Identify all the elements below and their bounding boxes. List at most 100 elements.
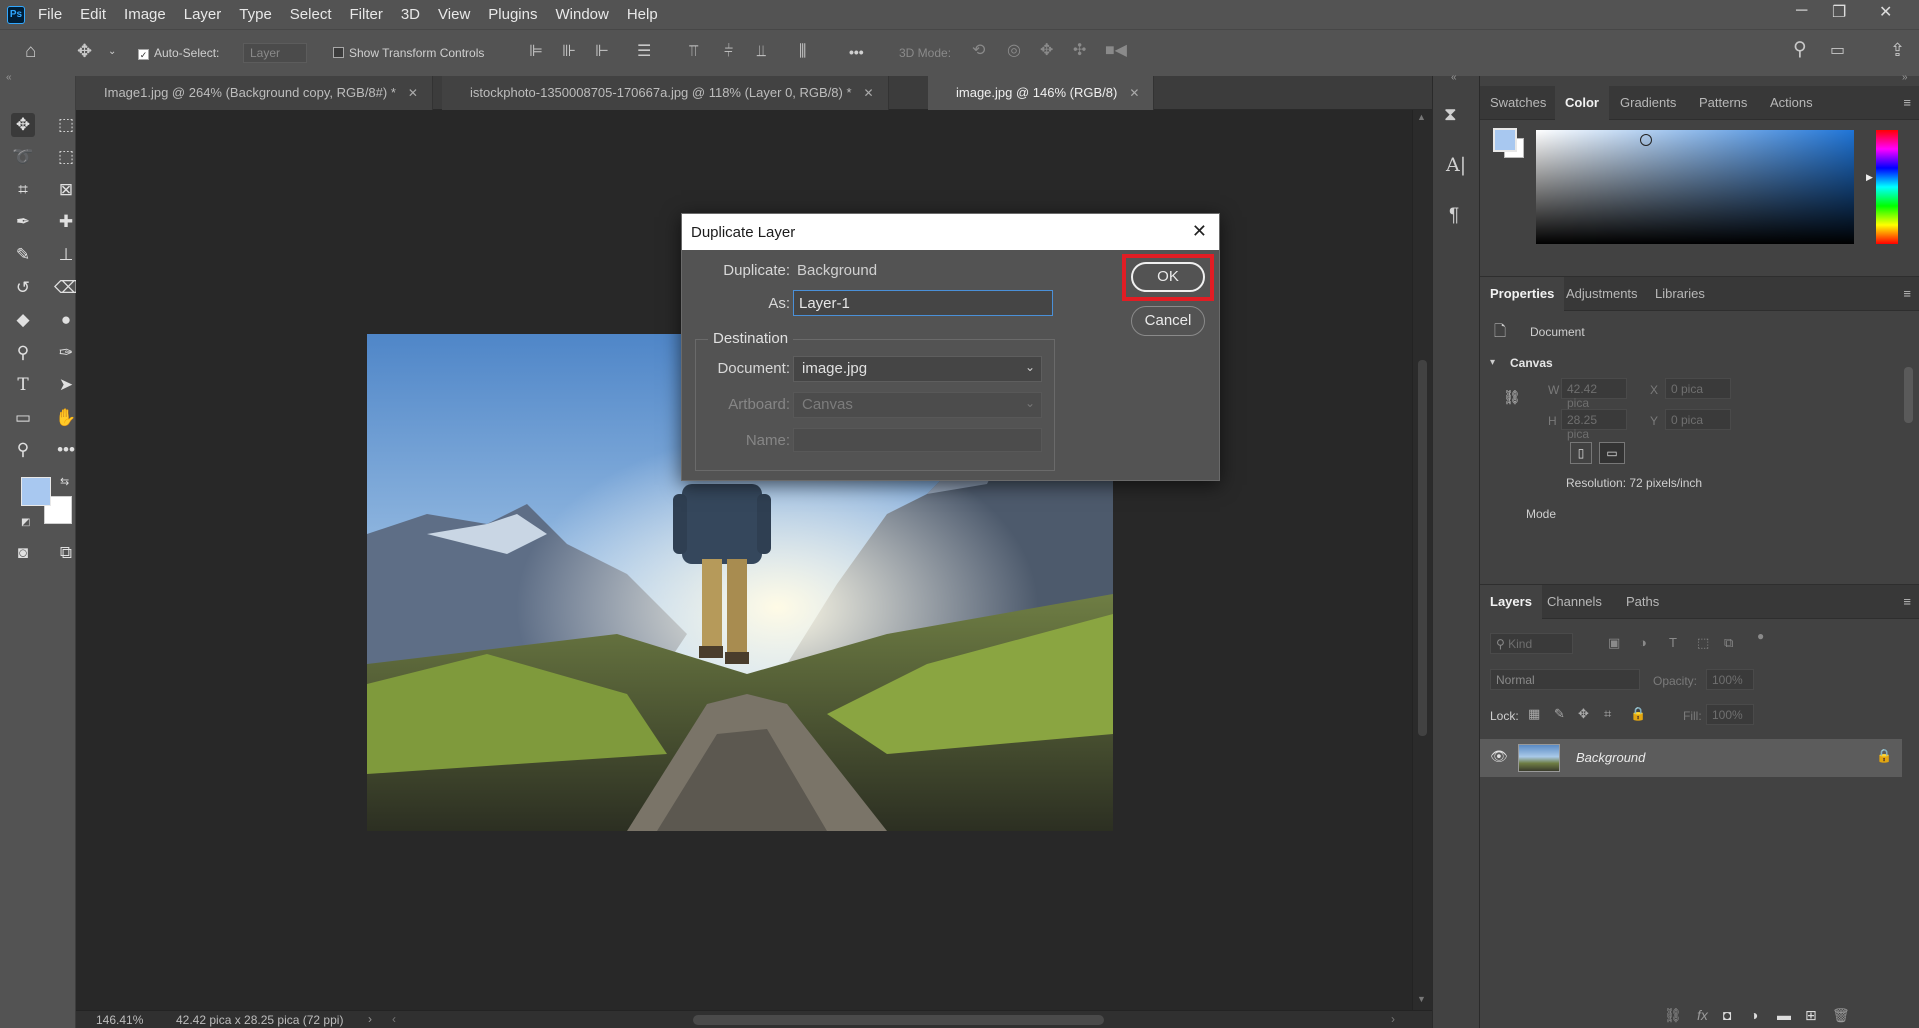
- expand-icon[interactable]: «: [1451, 72, 1457, 83]
- new-layer-icon[interactable]: ⊞: [1805, 1007, 1817, 1024]
- tab-adjustments[interactable]: Adjustments: [1556, 277, 1648, 311]
- align-center-icon[interactable]: ⊪: [562, 44, 576, 60]
- object-select-tool-icon[interactable]: ⬚: [54, 145, 78, 169]
- panel-menu-icon[interactable]: ≡: [1903, 594, 1911, 609]
- layer-lock-icon[interactable]: 🔒: [1876, 748, 1892, 764]
- align-left-icon[interactable]: ⊫: [529, 44, 543, 60]
- vertical-scrollbar[interactable]: ▲ ▼: [1412, 110, 1432, 1010]
- workspace-icon[interactable]: ▭: [1830, 43, 1845, 59]
- hue-marker-icon[interactable]: ▶: [1866, 172, 1873, 183]
- tab-layers[interactable]: Layers: [1480, 585, 1542, 619]
- link-layers-icon[interactable]: ⛓: [1664, 1007, 1682, 1024]
- crop-tool-icon[interactable]: ⌗: [11, 178, 35, 202]
- adjustment-layer-icon[interactable]: ◑: [1750, 1007, 1758, 1023]
- filter-smart-icon[interactable]: ⧉: [1724, 635, 1733, 651]
- brush-tool-icon[interactable]: ✎: [11, 243, 35, 267]
- collapse-panels-icon[interactable]: »: [1902, 72, 1908, 83]
- blur-tool-icon[interactable]: ●: [54, 308, 78, 332]
- lock-transparent-icon[interactable]: ▦: [1528, 706, 1540, 722]
- auto-select-target-dropdown[interactable]: Layer: [243, 43, 307, 63]
- move-tool-icon[interactable]: ✥: [11, 113, 35, 137]
- distribute-vertical-icon[interactable]: ⫼: [799, 44, 806, 60]
- height-field[interactable]: 28.25 pica: [1561, 409, 1627, 441]
- scroll-down-icon[interactable]: ▼: [1417, 994, 1426, 1004]
- lock-pixels-icon[interactable]: ✎: [1554, 706, 1565, 722]
- color-fg-swatch[interactable]: [1493, 128, 1517, 152]
- tab-image[interactable]: image.jpg @ 146% (RGB/8) ✕: [928, 76, 1155, 110]
- history-panel-icon[interactable]: ⧗: [1444, 104, 1457, 125]
- close-tab-icon[interactable]: ✕: [864, 86, 874, 100]
- menu-file[interactable]: File: [38, 6, 62, 23]
- dodge-tool-icon[interactable]: ⚲: [11, 341, 35, 365]
- canvas-section-header[interactable]: Canvas: [1510, 356, 1553, 370]
- paint-bucket-icon[interactable]: ◆: [11, 308, 35, 332]
- add-mask-icon[interactable]: ◘: [1723, 1007, 1731, 1023]
- visibility-eye-icon[interactable]: 👁: [1490, 748, 1508, 765]
- home-icon[interactable]: ⌂: [25, 42, 36, 61]
- default-colors-icon[interactable]: ◩: [21, 517, 30, 528]
- chevron-down-icon[interactable]: ▾: [1490, 357, 1495, 368]
- tab-actions[interactable]: Actions: [1760, 86, 1823, 120]
- opacity-field[interactable]: 100%: [1706, 669, 1754, 690]
- scroll-up-icon[interactable]: ▲: [1417, 112, 1426, 122]
- tab-swatches[interactable]: Swatches: [1480, 86, 1556, 120]
- character-panel-icon[interactable]: A|: [1446, 154, 1466, 176]
- menu-plugins[interactable]: Plugins: [488, 6, 537, 23]
- menu-type[interactable]: Type: [239, 6, 272, 23]
- landscape-icon[interactable]: ▭: [1599, 442, 1625, 464]
- link-dimensions-icon[interactable]: ⛓: [1503, 389, 1521, 406]
- document-select[interactable]: image.jpg ⌄: [793, 356, 1042, 382]
- auto-select-checkbox[interactable]: ✓ Auto-Select:: [138, 46, 219, 60]
- menu-help[interactable]: Help: [627, 6, 658, 23]
- align-top-icon[interactable]: ⫪: [689, 44, 698, 60]
- close-icon[interactable]: ✕: [1192, 221, 1207, 242]
- 3d-slide-icon[interactable]: ✣: [1073, 43, 1086, 59]
- close-window-icon[interactable]: ✕: [1879, 2, 1892, 22]
- panel-menu-icon[interactable]: ≡: [1903, 95, 1911, 110]
- menu-3d[interactable]: 3D: [401, 6, 420, 23]
- filter-type-icon[interactable]: T: [1669, 635, 1677, 650]
- layer-filter-kind[interactable]: ⚲ Kind: [1490, 633, 1573, 654]
- hue-slider[interactable]: [1876, 130, 1898, 244]
- scrollbar-thumb[interactable]: [1418, 360, 1427, 736]
- color-field[interactable]: [1536, 130, 1854, 244]
- tab-libraries[interactable]: Libraries: [1645, 277, 1715, 311]
- eraser-tool-icon[interactable]: ⌫: [54, 276, 78, 300]
- tab-channels[interactable]: Channels: [1537, 585, 1612, 619]
- tab-paths[interactable]: Paths: [1616, 585, 1669, 619]
- menu-image[interactable]: Image: [124, 6, 166, 23]
- 3d-orbit-icon[interactable]: ⟲: [972, 43, 985, 59]
- share-icon[interactable]: ⇪: [1890, 41, 1905, 59]
- fill-field[interactable]: 100%: [1706, 704, 1754, 725]
- portrait-icon[interactable]: ▯: [1570, 442, 1592, 464]
- fx-icon[interactable]: fx: [1697, 1007, 1708, 1023]
- path-select-icon[interactable]: ➤: [54, 373, 78, 397]
- menu-select[interactable]: Select: [290, 6, 332, 23]
- restore-icon[interactable]: ❐: [1832, 2, 1846, 22]
- lasso-tool-icon[interactable]: ➰: [11, 145, 35, 169]
- zoom-tool-icon[interactable]: ⚲: [11, 438, 35, 462]
- tab-istockphoto[interactable]: istockphoto-1350008705-170667a.jpg @ 118…: [442, 76, 889, 110]
- lock-position-icon[interactable]: ✥: [1578, 706, 1589, 722]
- hand-tool-icon[interactable]: ✋: [54, 406, 78, 430]
- tab-patterns[interactable]: Patterns: [1689, 86, 1757, 120]
- menu-filter[interactable]: Filter: [350, 6, 383, 23]
- delete-layer-icon[interactable]: 🗑: [1832, 1007, 1850, 1024]
- menu-edit[interactable]: Edit: [80, 6, 106, 23]
- scroll-right-icon[interactable]: ›: [1391, 1012, 1395, 1026]
- align-bottom-icon[interactable]: ⫫: [757, 44, 766, 60]
- layer-row[interactable]: 👁 Background 🔒: [1480, 739, 1902, 777]
- minimize-icon[interactable]: ─: [1796, 2, 1807, 20]
- scroll-left-icon[interactable]: ‹: [392, 1012, 396, 1026]
- paragraph-panel-icon[interactable]: ¶: [1449, 205, 1459, 227]
- history-brush-icon[interactable]: ↺: [11, 276, 35, 300]
- distribute-icon[interactable]: ☰: [637, 44, 651, 60]
- horizontal-scrollbar-thumb[interactable]: [693, 1015, 1104, 1025]
- healing-brush-icon[interactable]: ✚: [54, 210, 78, 234]
- layer-name[interactable]: Background: [1576, 750, 1645, 765]
- new-group-icon[interactable]: ▬: [1777, 1007, 1791, 1023]
- close-tab-icon[interactable]: ✕: [1129, 86, 1139, 100]
- 3d-pan-icon[interactable]: ✥: [1040, 43, 1053, 59]
- y-field[interactable]: 0 pica: [1665, 409, 1731, 430]
- artboard-select[interactable]: Canvas ⌄: [793, 392, 1042, 418]
